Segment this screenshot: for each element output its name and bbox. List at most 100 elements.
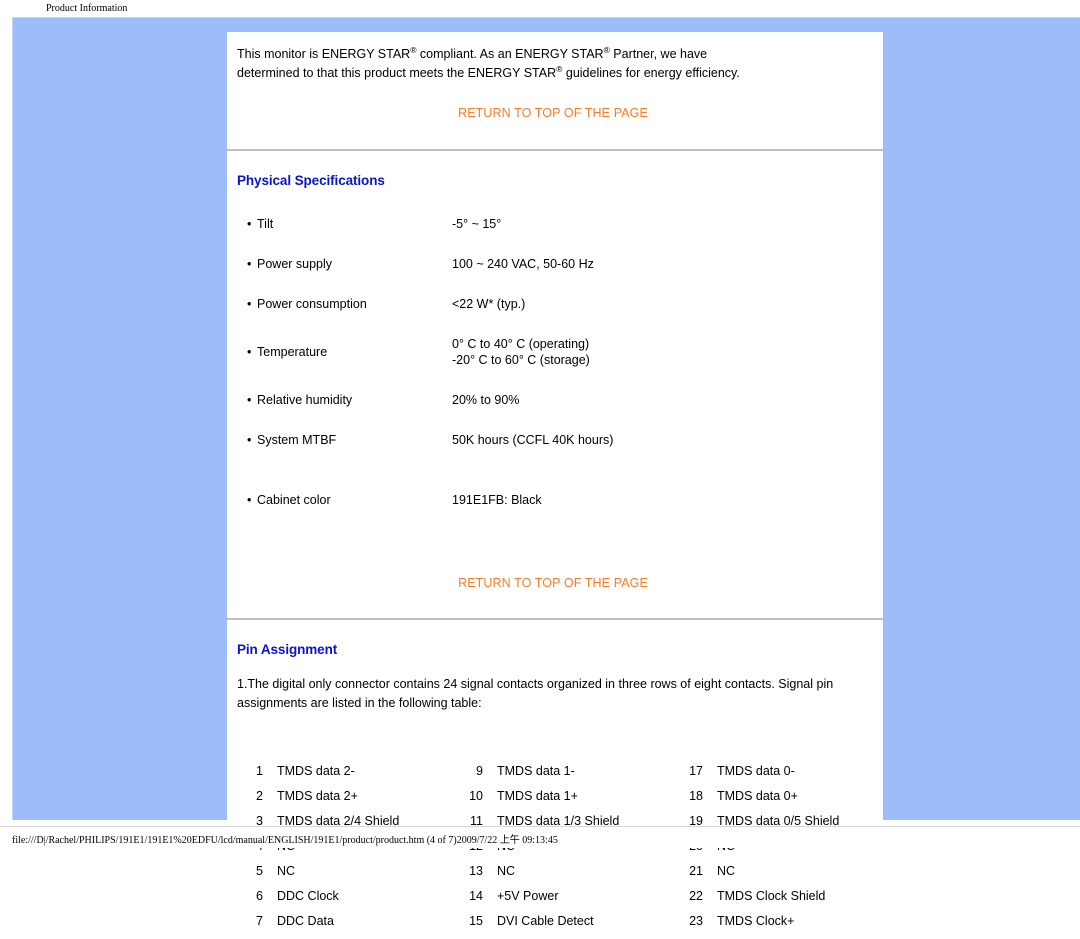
- spec-value: 191E1FB: Black: [452, 493, 542, 507]
- column-spacer: [429, 789, 457, 814]
- column-spacer: [649, 914, 677, 939]
- browser-title-bar: Product Information: [0, 0, 1080, 14]
- pin-name: TMDS data 0-: [717, 764, 795, 778]
- bullet-icon: •: [247, 217, 252, 231]
- table-row: • Temperature 0° C to 40° C (operating) -…: [237, 336, 869, 368]
- pin-name: NC: [277, 864, 296, 878]
- bullet-icon: •: [247, 393, 252, 407]
- spec-label-text: Relative humidity: [257, 393, 353, 407]
- energy-star-line1-part2: compliant. As an ENERGY STAR: [416, 47, 604, 61]
- table-row: 2 TMDS data 2+ 10 TMDS data 1+ 18 TMDS d…: [237, 789, 869, 814]
- table-row: 7 DDC Data 15 DVI Cable Detect 23 TMDS C…: [237, 914, 869, 939]
- pin-assignment-table: 1 TMDS data 2- 9 TMDS data 1- 17 TMDS da…: [237, 764, 869, 939]
- column-spacer: [429, 764, 457, 789]
- row-gap: [237, 408, 869, 432]
- row-gap: [237, 272, 869, 296]
- pin-intro-line2: assignments are listed in the following …: [237, 696, 482, 710]
- spec-value: -5° ~ 15°: [452, 217, 502, 231]
- pin-name: NC: [717, 864, 736, 878]
- table-row: 6 DDC Clock 14 +5V Power 22 TMDS Clock S…: [237, 889, 869, 914]
- spec-label-text: Tilt: [257, 217, 274, 231]
- pin-number: 23: [689, 914, 703, 928]
- bullet-icon: •: [247, 493, 252, 507]
- pin-name: TMDS data 1-: [497, 764, 575, 778]
- table-row: • Relative humidity 20% to 90%: [237, 392, 869, 408]
- bullet-icon: •: [247, 257, 252, 271]
- return-to-top-row: RETURN TO TOP OF THE PAGE: [237, 508, 869, 592]
- row-gap: [237, 448, 869, 492]
- pin-number: 18: [689, 789, 703, 803]
- pin-number: 5: [256, 864, 263, 878]
- spec-value: 20% to 90%: [452, 393, 520, 407]
- pin-name: DDC Clock: [277, 889, 339, 903]
- spec-label: • Power consumption: [237, 296, 452, 312]
- energy-star-line2-part2: guidelines for energy efficiency.: [562, 66, 740, 80]
- pin-number: 1: [256, 764, 263, 778]
- return-to-top-link[interactable]: RETURN TO TOP OF THE PAGE: [458, 106, 648, 120]
- pin-number: 13: [469, 864, 483, 878]
- table-row: • Power consumption <22 W* (typ.): [237, 296, 869, 312]
- return-to-top-link[interactable]: RETURN TO TOP OF THE PAGE: [458, 576, 648, 590]
- row-gap: [237, 312, 869, 336]
- pin-intro-line1: 1.The digital only connector contains 24…: [237, 677, 834, 691]
- spec-label-text: Power supply: [257, 257, 333, 271]
- pin-number: 15: [469, 914, 483, 928]
- row-gap: [237, 232, 869, 256]
- spec-label-text: Power consumption: [257, 297, 367, 311]
- pin-name: NC: [497, 864, 516, 878]
- pin-number: 22: [689, 889, 703, 903]
- spec-value: 50K hours (CCFL 40K hours): [452, 433, 614, 447]
- pin-name: TMDS data 2+: [277, 789, 358, 803]
- spec-label: • Cabinet color: [237, 492, 452, 508]
- column-spacer: [429, 864, 457, 889]
- energy-star-block: This monitor is ENERGY STAR® compliant. …: [237, 32, 869, 83]
- pin-name: TMDS data 1+: [497, 789, 578, 803]
- spec-label-text: System MTBF: [257, 433, 337, 447]
- pin-assignment-heading: Pin Assignment: [237, 642, 338, 657]
- pin-number: 21: [689, 864, 703, 878]
- pin-name: TMDS Clock+: [717, 914, 795, 928]
- pin-number: 10: [469, 789, 483, 803]
- spec-label: • Temperature: [237, 336, 452, 368]
- spec-value: <22 W* (typ.): [452, 297, 526, 311]
- spec-label-text: Temperature: [257, 345, 328, 359]
- pin-name: DDC Data: [277, 914, 334, 928]
- spec-label: • Power supply: [237, 256, 452, 272]
- row-gap: [237, 368, 869, 392]
- table-row: 5 NC 13 NC 21 NC: [237, 864, 869, 889]
- pin-name: TMDS Clock Shield: [717, 889, 826, 903]
- pin-number: 14: [469, 889, 483, 903]
- column-spacer: [429, 914, 457, 939]
- bullet-icon: •: [247, 297, 252, 311]
- physical-specifications-heading: Physical Specifications: [237, 173, 385, 188]
- spec-value: 0° C to 40° C (operating) -20° C to 60° …: [452, 337, 590, 367]
- pin-name: +5V Power: [497, 889, 559, 903]
- status-bar-path: file:///D|/Rachel/PHILIPS/191E1/191E1%20…: [12, 835, 558, 846]
- pin-name: TMDS data 0+: [717, 789, 798, 803]
- spec-label: • Relative humidity: [237, 392, 452, 408]
- status-bar: file:///D|/Rachel/PHILIPS/191E1/191E1%20…: [0, 826, 1080, 848]
- pin-number: 17: [689, 764, 703, 778]
- bullet-icon: •: [247, 433, 252, 447]
- pin-number: 7: [256, 914, 263, 928]
- column-spacer: [649, 789, 677, 814]
- column-spacer: [649, 864, 677, 889]
- spec-label: • System MTBF: [237, 432, 452, 448]
- energy-star-line1-part1: This monitor is ENERGY STAR: [237, 47, 411, 61]
- table-row: • System MTBF 50K hours (CCFL 40K hours): [237, 432, 869, 448]
- table-row: • Cabinet color 191E1FB: Black: [237, 492, 869, 508]
- pin-name: TMDS data 2-: [277, 764, 355, 778]
- spec-value: 100 ~ 240 VAC, 50-60 Hz: [452, 257, 594, 271]
- content-panel: This monitor is ENERGY STAR® compliant. …: [227, 32, 883, 928]
- pin-number: 9: [476, 764, 483, 778]
- energy-star-line1-part3: Partner, we have: [609, 47, 708, 61]
- pin-name: DVI Cable Detect: [497, 914, 594, 928]
- column-spacer: [649, 889, 677, 914]
- table-row: • Tilt -5° ~ 15°: [237, 216, 869, 232]
